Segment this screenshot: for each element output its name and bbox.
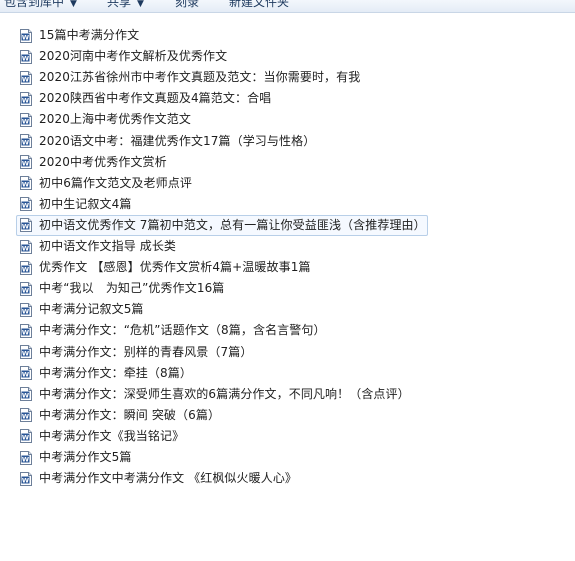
- svg-text:W: W: [22, 117, 29, 125]
- word-doc-icon: W: [20, 281, 32, 296]
- file-row[interactable]: W 初中语文作文指导 成长类: [16, 237, 556, 256]
- svg-text:W: W: [22, 223, 29, 231]
- word-doc-icon: W: [20, 218, 32, 233]
- file-row[interactable]: W 中考满分作文《我当铭记》: [16, 427, 556, 446]
- word-doc-icon: W: [20, 28, 32, 43]
- file-row[interactable]: W 初中语文优秀作文 7篇初中范文，总有一篇让你受益匪浅（含推荐理由）: [16, 214, 428, 236]
- file-row[interactable]: W 中考满分作文：瞬间 突破（6篇）: [16, 406, 556, 425]
- file-row[interactable]: W 中考满分作文：深受师生喜欢的6篇满分作文，不同凡响！（含点评）: [16, 385, 556, 404]
- word-doc-icon: W: [20, 302, 32, 317]
- file-name: 中考满分作文中考满分作文 《红枫似火暖人心》: [39, 471, 298, 486]
- file-row[interactable]: W 2020上海中考优秀作文范文: [16, 110, 556, 129]
- chevron-down-icon: ▼: [137, 0, 144, 9]
- share-menu[interactable]: 共享 ▼: [107, 0, 144, 12]
- word-doc-icon: W: [20, 345, 32, 359]
- file-name: 2020江苏省徐州市中考作文真题及范文：当你需要时，有我: [39, 70, 361, 85]
- svg-text:W: W: [22, 434, 29, 442]
- file-name: 2020语文中考：福建优秀作文17篇（学习与性格）: [39, 133, 316, 148]
- svg-text:W: W: [22, 139, 29, 147]
- file-row[interactable]: W 中考满分作文中考满分作文 《红枫似火暖人心》: [16, 469, 556, 488]
- svg-text:W: W: [22, 392, 29, 400]
- file-name: 中考满分作文：深受师生喜欢的6篇满分作文，不同凡响！（含点评）: [39, 386, 410, 401]
- svg-text:W: W: [22, 371, 29, 379]
- word-doc-icon: W: [20, 471, 32, 486]
- burn-label: 刻录: [175, 0, 200, 9]
- word-doc-icon: W: [20, 70, 32, 85]
- word-doc-icon: W: [20, 49, 32, 64]
- svg-text:W: W: [22, 413, 29, 421]
- file-row[interactable]: W 初中生记叙文4篇: [16, 195, 556, 214]
- word-doc-icon: W: [20, 387, 32, 402]
- svg-text:W: W: [22, 476, 29, 484]
- file-name: 中考满分作文5篇: [39, 450, 132, 464]
- file-row[interactable]: W 中考满分作文：牵挂（8篇）: [16, 364, 556, 383]
- include-in-library-label: 包含到库中: [4, 0, 65, 9]
- file-row[interactable]: W 中考满分作文5篇: [16, 448, 556, 467]
- file-name: 初中6篇作文范文及老师点评: [39, 175, 192, 190]
- file-row[interactable]: W 中考满分记叙文5篇: [16, 300, 556, 319]
- file-name: 2020上海中考优秀作文范文: [39, 112, 191, 127]
- word-doc-icon: W: [20, 134, 32, 148]
- word-doc-icon: W: [20, 91, 32, 106]
- file-name: 中考满分作文：别样的青春风景（7篇）: [39, 344, 253, 359]
- file-name: 中考满分作文：“危机”话题作文（8篇，含名言警句）: [39, 323, 326, 338]
- svg-text:W: W: [22, 181, 29, 189]
- svg-text:W: W: [22, 33, 29, 41]
- file-row[interactable]: W 2020中考优秀作文赏析: [16, 153, 556, 172]
- svg-text:W: W: [22, 265, 29, 273]
- word-doc-icon: W: [20, 239, 32, 254]
- word-doc-icon: W: [20, 176, 32, 191]
- svg-text:W: W: [22, 307, 29, 315]
- file-row[interactable]: W 初中6篇作文范文及老师点评: [16, 174, 556, 193]
- svg-text:W: W: [22, 350, 29, 358]
- chevron-down-icon: ▼: [70, 0, 77, 9]
- file-row[interactable]: W 2020河南中考作文解析及优秀作文: [16, 47, 556, 66]
- file-row[interactable]: W 2020陕西省中考作文真题及4篇范文：合唱: [16, 89, 556, 108]
- file-name: 中考满分作文《我当铭记》: [39, 428, 185, 443]
- svg-text:W: W: [22, 96, 29, 104]
- file-name: 初中语文优秀作文 7篇初中范文，总有一篇让你受益匪浅（含推荐理由）: [39, 217, 426, 232]
- new-folder-button[interactable]: 新建文件夹: [229, 0, 289, 10]
- svg-text:W: W: [22, 455, 29, 463]
- file-row[interactable]: W 优秀作文 【感恩】优秀作文赏析4篇+温暖故事1篇: [16, 258, 556, 277]
- file-name: 中考满分记叙文5篇: [39, 302, 144, 317]
- file-name: 中考满分作文：牵挂（8篇）: [39, 365, 192, 380]
- svg-text:W: W: [22, 54, 29, 62]
- new-folder-label: 新建文件夹: [229, 0, 290, 9]
- file-row[interactable]: W 15篇中考满分作文: [16, 26, 556, 45]
- word-doc-icon: W: [20, 429, 32, 444]
- file-name: 2020陕西省中考作文真题及4篇范文：合唱: [39, 91, 272, 106]
- word-doc-icon: W: [20, 155, 32, 170]
- file-name: 2020河南中考作文解析及优秀作文: [39, 49, 228, 64]
- file-row[interactable]: W 2020江苏省徐州市中考作文真题及范文：当你需要时，有我: [16, 68, 556, 87]
- word-doc-icon: W: [20, 366, 32, 381]
- word-doc-icon: W: [20, 197, 32, 212]
- file-row[interactable]: W 中考“我以 为知己”优秀作文16篇: [16, 279, 556, 298]
- word-doc-icon: W: [20, 260, 32, 275]
- file-row[interactable]: W 2020语文中考：福建优秀作文17篇（学习与性格）: [16, 132, 556, 151]
- word-doc-icon: W: [20, 450, 32, 465]
- file-name: 优秀作文 【感恩】优秀作文赏析4篇+温暖故事1篇: [39, 260, 311, 275]
- file-name: 初中语文作文指导 成长类: [39, 239, 177, 253]
- word-doc-icon: W: [20, 408, 32, 423]
- file-name: 初中生记叙文4篇: [39, 196, 132, 211]
- burn-button[interactable]: 刻录: [175, 0, 199, 10]
- file-name: 中考“我以 为知己”优秀作文16篇: [39, 281, 225, 296]
- file-name: 2020中考优秀作文赏析: [39, 154, 167, 169]
- file-name: 中考满分作文：瞬间 突破（6篇）: [39, 407, 221, 422]
- svg-text:W: W: [22, 244, 29, 252]
- svg-text:W: W: [22, 75, 29, 83]
- svg-text:W: W: [22, 160, 29, 168]
- svg-text:W: W: [22, 286, 29, 294]
- include-in-library-menu[interactable]: 包含到库中 ▼: [4, 0, 77, 12]
- word-doc-icon: W: [20, 112, 32, 127]
- word-doc-icon: W: [20, 323, 32, 338]
- share-label: 共享: [107, 0, 132, 9]
- svg-text:W: W: [22, 328, 29, 336]
- file-row[interactable]: W 中考满分作文：“危机”话题作文（8篇，含名言警句）: [16, 321, 556, 340]
- file-name: 15篇中考满分作文: [39, 28, 140, 42]
- file-row[interactable]: W 中考满分作文：别样的青春风景（7篇）: [16, 343, 556, 362]
- svg-text:W: W: [22, 202, 29, 210]
- command-bar: 包含到库中 ▼ 共享 ▼ 刻录 新建文件夹: [0, 0, 575, 13]
